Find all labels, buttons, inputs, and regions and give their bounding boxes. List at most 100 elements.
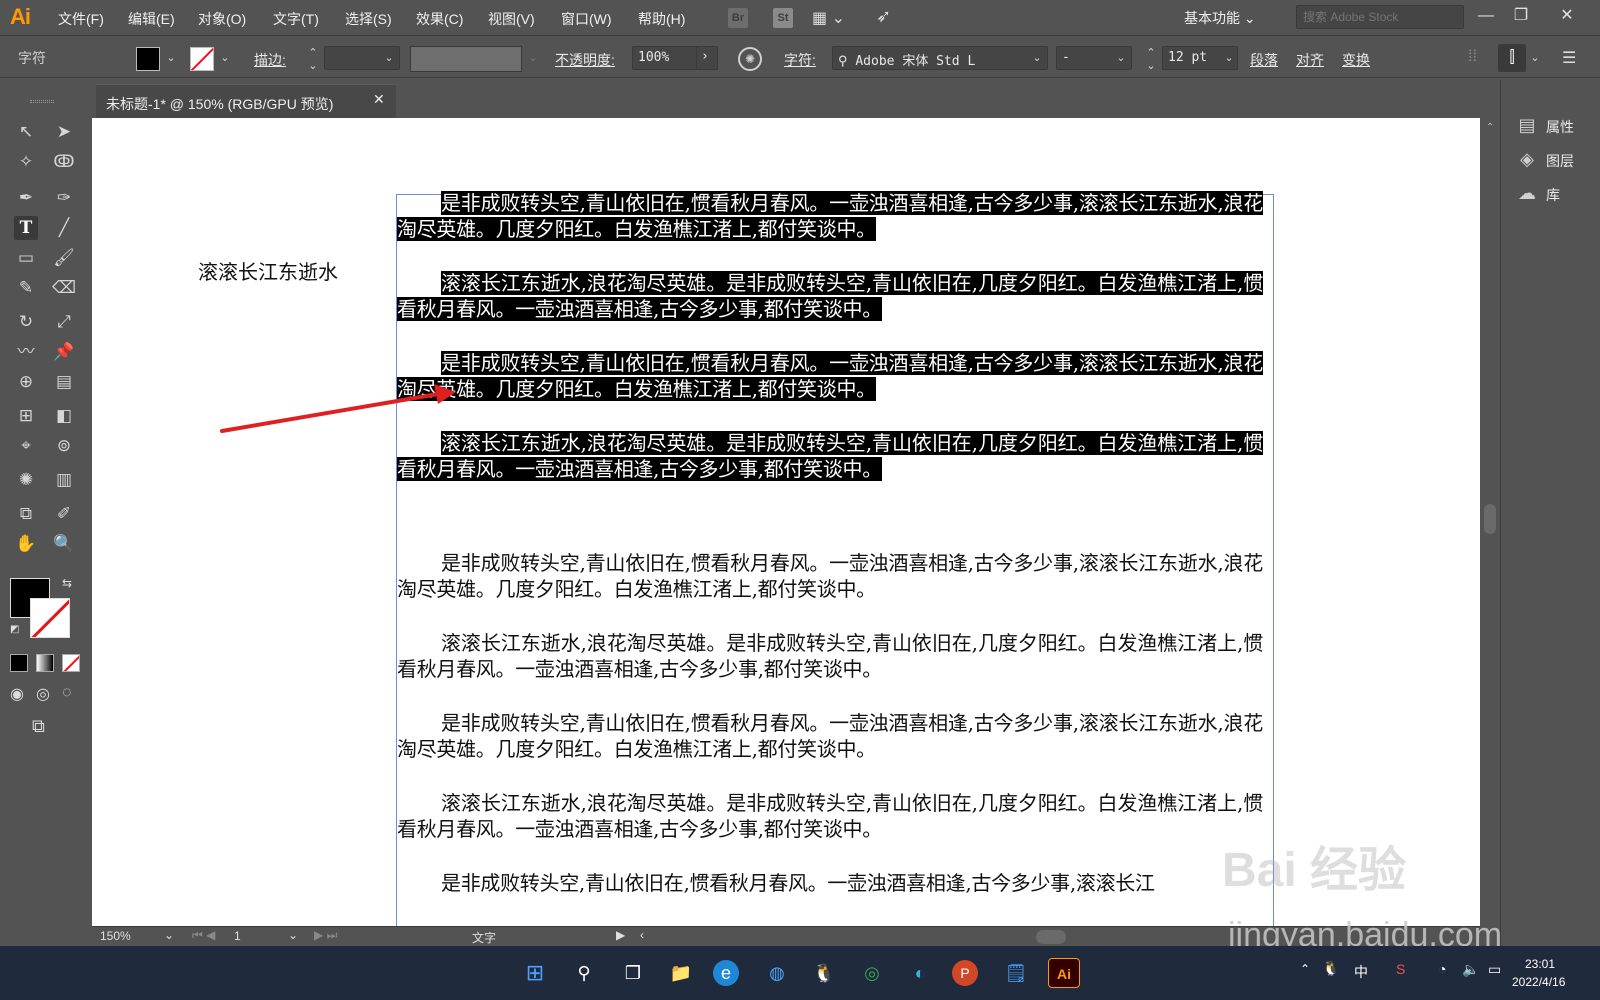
file-explorer-icon[interactable]: 📁 [665, 958, 697, 988]
chevron-down-icon[interactable]: ⌄ [164, 928, 174, 942]
scroll-up-icon[interactable]: ⌃ [1486, 122, 1494, 133]
shaper-tool-icon[interactable]: ✎ [14, 276, 38, 300]
color-mode-icon[interactable] [10, 654, 28, 672]
lasso-tool-icon[interactable]: ↂ [52, 150, 76, 174]
notepad-icon[interactable]: 🗒 [1000, 958, 1032, 988]
bridge-icon[interactable]: Br [728, 8, 748, 28]
default-fill-stroke-icon[interactable]: ◩ [10, 624, 19, 635]
align-link[interactable]: 对齐 [1296, 50, 1324, 70]
horizontal-scroll-thumb[interactable] [1036, 930, 1066, 944]
close-icon[interactable]: ✕ [1552, 4, 1582, 30]
illustrator-taskbar-icon[interactable]: Ai [1048, 958, 1080, 988]
gpu-performance-icon[interactable]: ➶ [876, 6, 891, 27]
eyedropper-tool-icon[interactable]: ⌖ [14, 434, 38, 458]
close-tab-icon[interactable]: ✕ [373, 91, 385, 108]
text-paragraph[interactable]: 滚滚长江东逝水,浪花淘尽英雄。是非成败转头空,青山依旧在,几度夕阳红。白发渔樵江… [397, 790, 1263, 842]
puppet-warp-tool-icon[interactable]: 📌 [52, 340, 76, 364]
libraries-icon[interactable]: ☁ [1516, 182, 1538, 204]
chevron-right-icon[interactable]: ▶ [616, 928, 625, 942]
paintbrush-tool-icon[interactable]: 🖌 [52, 246, 76, 270]
eraser-tool-icon[interactable]: ⌫ [52, 276, 76, 300]
arrange-documents-icon[interactable]: ▦ ⌄ [812, 8, 845, 28]
clock-date[interactable]: 2022/4/16 [1512, 975, 1565, 989]
type-tool-icon[interactable]: T [14, 216, 38, 240]
direct-selection-tool-icon[interactable]: ➤ [52, 120, 76, 144]
magic-wand-tool-icon[interactable]: ✧ [14, 150, 38, 174]
menu-object[interactable]: 对象(O) [198, 9, 246, 29]
menu-type[interactable]: 文字(T) [273, 9, 319, 29]
stroke-label[interactable]: 描边: [254, 50, 286, 70]
menu-help[interactable]: 帮助(H) [638, 9, 685, 29]
transform-link[interactable]: 变换 [1342, 50, 1370, 70]
chevron-down-icon[interactable]: ⌄ [1222, 51, 1236, 67]
chevron-down-icon[interactable]: ⌄ [1114, 51, 1128, 67]
search-icon[interactable]: ⚲ [568, 958, 600, 988]
text-paragraph[interactable]: 是非成败转头空,青山依旧在,惯看秋月春风。一壶浊酒喜相逢,古今多少事,滚滚长江东… [397, 350, 1263, 402]
menu-file[interactable]: 文件(F) [58, 9, 104, 29]
sogou-ime-icon[interactable]: S [1396, 961, 1405, 977]
slice-tool-icon[interactable]: ✐ [52, 502, 76, 526]
layers-icon[interactable]: ◈ [1516, 148, 1538, 170]
curvature-tool-icon[interactable]: ✑ [52, 186, 76, 210]
font-family-field[interactable]: ⚲ Adobe 宋体 Std L [832, 46, 1048, 70]
input-method-indicator[interactable]: 中 [1354, 962, 1368, 982]
stroke-stepper[interactable]: ⌃ ⌄ [306, 47, 320, 73]
line-segment-tool-icon[interactable]: ╱ [52, 216, 76, 240]
text-paragraph[interactable]: 滚滚长江东逝水,浪花淘尽英雄。是非成败转头空,青山依旧在,几度夕阳红。白发渔樵江… [397, 430, 1263, 482]
chevron-right-icon[interactable]: › [696, 46, 718, 70]
current-tool-status[interactable]: 文字 [472, 929, 496, 946]
text-paragraph[interactable]: 是非成败转头空,青山依旧在,惯看秋月春风。一壶浊酒喜相逢,古今多少事,滚滚长江东… [397, 710, 1263, 762]
panel-menu-icon[interactable]: ☰ [1562, 48, 1576, 68]
chevron-down-icon[interactable]: ⌄ [382, 51, 396, 67]
minimize-icon[interactable]: — [1471, 4, 1501, 30]
grid-icon[interactable]: ⁞⁞ [1468, 48, 1477, 66]
draw-normal-icon[interactable]: ◉ [10, 684, 24, 704]
draw-inside-icon[interactable]: ◌ [62, 684, 72, 702]
restore-icon[interactable]: ❐ [1506, 4, 1536, 30]
scroll-thumb[interactable] [1484, 504, 1496, 534]
symbol-sprayer-tool-icon[interactable]: ✺ [14, 468, 38, 492]
chevron-left-icon[interactable]: ‹ [640, 928, 644, 942]
chevron-down-icon[interactable]: ⌄ [1528, 51, 1542, 67]
first-artboard-icon[interactable]: ⏮ ◀ [192, 928, 215, 943]
battery-icon[interactable]: ▭ [1488, 961, 1501, 978]
gradient-tool-icon[interactable]: ◧ [52, 404, 76, 428]
chrome-icon[interactable]: ◎ [856, 958, 888, 988]
zoom-level[interactable]: 150% [100, 929, 131, 943]
app-icon[interactable]: ◍ [761, 958, 793, 988]
menu-effect[interactable]: 效果(C) [416, 9, 463, 29]
menu-select[interactable]: 选择(S) [345, 9, 392, 29]
ie-browser-icon[interactable]: e [713, 960, 739, 986]
wifi-icon[interactable]: ◔ [1438, 961, 1446, 977]
perspective-grid-tool-icon[interactable]: ▤ [52, 370, 76, 394]
vertical-scrollbar[interactable]: ⌃ [1480, 118, 1500, 926]
draw-behind-icon[interactable]: ◎ [36, 684, 50, 704]
variable-width-profile[interactable] [410, 46, 522, 72]
fill-swatch[interactable] [136, 47, 160, 71]
opacity-field[interactable]: 100% [632, 46, 698, 70]
scale-tool-icon[interactable]: ⤢ [52, 310, 76, 334]
properties-icon[interactable]: ▤ [1516, 114, 1538, 136]
column-graph-tool-icon[interactable]: ▥ [52, 468, 76, 492]
qq-icon[interactable]: 🐧 [808, 958, 840, 988]
show-hidden-icons[interactable]: ⌃ [1300, 962, 1310, 976]
shape-builder-tool-icon[interactable]: ⊕ [14, 370, 38, 394]
artboard-tool-icon[interactable]: ⧉ [14, 502, 38, 526]
pen-tool-icon[interactable]: ✒ [14, 186, 38, 210]
toolbar-grip[interactable] [30, 100, 54, 103]
menu-edit[interactable]: 编辑(E) [128, 9, 175, 29]
text-paragraph[interactable]: 是非成败转头空,青山依旧在,惯看秋月春风。一壶浊酒喜相逢,古今多少事,滚滚长江 [397, 870, 1263, 898]
none-mode-icon[interactable] [62, 654, 80, 672]
recolor-artwork-icon[interactable]: ✺ [738, 47, 762, 71]
libraries-panel-tab[interactable]: 库 [1546, 185, 1560, 205]
zoom-tool-icon[interactable]: 🔍 [52, 532, 76, 556]
stroke-swatch[interactable] [190, 47, 214, 71]
last-artboard-icon[interactable]: ▶ ⏭ [314, 928, 337, 943]
volume-icon[interactable]: 🔈 [1462, 961, 1479, 978]
font-size-stepper[interactable]: ⌃ ⌄ [1144, 47, 1158, 73]
powerpoint-icon[interactable]: P [952, 960, 978, 986]
text-paragraph[interactable]: 是非成败转头空,青山依旧在,惯看秋月春风。一壶浊酒喜相逢,古今多少事,滚滚长江东… [397, 190, 1263, 242]
edge-icon[interactable]: ◐ [904, 958, 936, 988]
layers-panel-tab[interactable]: 图层 [1546, 151, 1574, 171]
mesh-tool-icon[interactable]: ⊞ [14, 404, 38, 428]
